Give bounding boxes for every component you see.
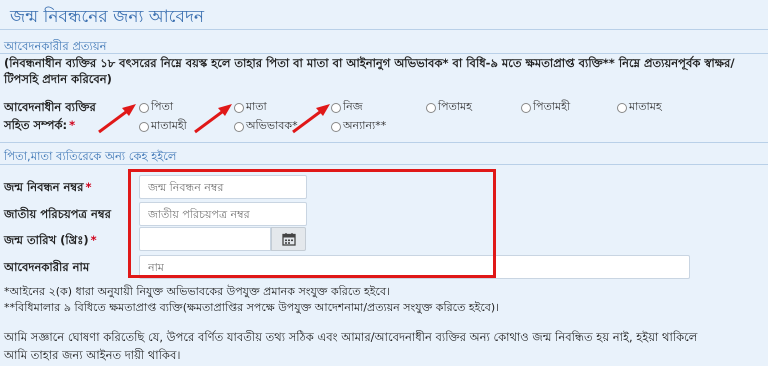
relation-label-line2-wrap: সহিত সম্পর্ক: * xyxy=(4,116,96,134)
annotation-highlight-box xyxy=(128,169,496,278)
radio-circle[interactable] xyxy=(139,121,149,132)
radio-label-other: অন্যান্য** xyxy=(343,119,387,132)
nid-label: জাতীয় পরিচয়পত্র নম্বর xyxy=(4,207,111,221)
radio-other[interactable]: অন্যান্য** xyxy=(331,117,386,136)
radio-label-paternal-grandfather: পিতামহ xyxy=(438,100,472,113)
birth-reg-label: জন্ম নিবন্ধন নম্বর * xyxy=(4,179,92,198)
radio-label-maternal-grandmother: মাতামহী xyxy=(151,119,187,132)
radio-circle[interactable] xyxy=(426,102,436,113)
annotation-arrow-father xyxy=(98,104,136,134)
applicant-name-label: আবেদনকারীর নাম xyxy=(4,260,90,274)
declaration-line2: আমি তাহার জন্য আইনত দায়ী থাকিব। xyxy=(4,348,181,362)
required-marker: * xyxy=(90,233,97,247)
radio-self[interactable]: নিজ xyxy=(331,98,363,117)
radio-maternal-grandmother[interactable]: মাতামহী xyxy=(139,117,187,136)
title-divider xyxy=(0,29,768,30)
declaration-text: আমি সজ্ঞানে ঘোষণা করিতেছি যে, উপরে বর্ণি… xyxy=(4,328,764,364)
form-title: জন্ম নিবন্ধনের জন্য আবেদন xyxy=(10,7,205,27)
required-marker: * xyxy=(85,180,92,194)
relation-label-line2: সহিত সম্পর্ক: xyxy=(4,118,68,132)
radio-circle[interactable] xyxy=(521,102,531,113)
radio-circle[interactable] xyxy=(617,102,627,113)
dob-label: জন্ম তারিখ (খ্রিঃ) * xyxy=(4,232,97,251)
relation-label: আবেদনাধীন ব্যক্তির সহিত সম্পর্ক: * xyxy=(4,98,96,134)
radio-circle[interactable] xyxy=(139,102,149,113)
radio-label-paternal-grandmother: পিতামহী xyxy=(533,100,571,113)
radio-paternal-grandmother[interactable]: পিতামহী xyxy=(521,98,570,117)
birth-reg-label-text: জন্ম নিবন্ধন নম্বর xyxy=(4,180,84,194)
radio-label-father: পিতা xyxy=(151,100,174,113)
authorized-person-note: **বিধিমালার ৯ বিধিতে ক্ষমতাপ্রাপ্ত ব্যক্… xyxy=(4,301,500,314)
radio-maternal-grandfather[interactable]: মাতামহ xyxy=(617,98,662,117)
relation-label-line1: আবেদনাধীন ব্যক্তির xyxy=(4,100,96,114)
radio-paternal-grandfather[interactable]: পিতামহ xyxy=(426,98,472,117)
section-divider xyxy=(0,142,768,143)
radio-label-maternal-grandfather: মাতামহ xyxy=(629,100,662,113)
radio-guardian[interactable]: অভিভাবক* xyxy=(234,117,298,136)
section-divider xyxy=(0,53,768,54)
annotation-arrow-mother xyxy=(194,104,232,134)
section-divider xyxy=(0,164,768,165)
declaration-line1: আমি সজ্ঞানে ঘোষণা করিতেছি যে, উপরে বর্ণি… xyxy=(4,330,698,344)
applicant-instruction: (নিবন্ধনাধীন ব্যক্তির ১৮ বৎসরের নিম্নে ব… xyxy=(4,56,735,86)
required-marker: * xyxy=(69,118,76,132)
annotation-arrow-self xyxy=(292,104,330,134)
radio-mother[interactable]: মাতা xyxy=(234,98,267,117)
radio-label-mother: মাতা xyxy=(246,100,267,113)
radio-label-self: নিজ xyxy=(343,100,363,113)
radio-father[interactable]: পিতা xyxy=(139,98,173,117)
dob-label-text: জন্ম তারিখ (খ্রিঃ) xyxy=(4,233,89,247)
